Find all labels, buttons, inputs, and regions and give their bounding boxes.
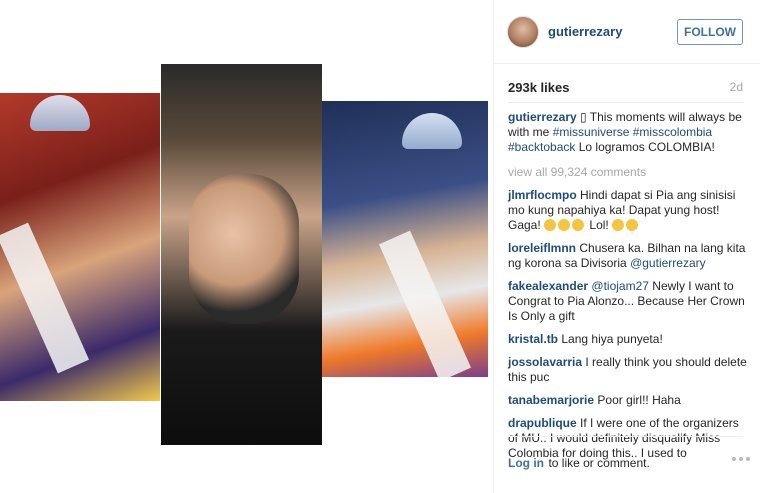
comment-username[interactable]: jlmrflocmpo xyxy=(508,188,577,202)
post-footer: Log in to like or comment. xyxy=(508,454,750,472)
divider xyxy=(508,436,743,437)
photo-right-waving-winner xyxy=(322,101,488,377)
crown-shape xyxy=(402,113,462,149)
hashtag-link[interactable]: #backtoback xyxy=(508,140,575,154)
comment-item: loreleiflmnn Chusera ka. Bilhan na lang … xyxy=(508,241,748,271)
mention-link[interactable]: @gutierrezary xyxy=(630,256,706,270)
comment-username[interactable]: tanabemarjorie xyxy=(508,393,594,407)
post-caption: gutierrezary ▯ This moments will always … xyxy=(508,110,748,155)
comment-item: kristal.tb Lang hiya punyeta! xyxy=(508,332,748,347)
laughing-emoji-icon xyxy=(572,219,585,231)
login-prompt-text: to like or comment. xyxy=(548,456,650,470)
comment-text: Poor girl!! Haha xyxy=(597,393,681,407)
follow-button[interactable]: FOLLOW xyxy=(677,19,743,45)
more-options-icon[interactable] xyxy=(732,457,750,461)
comment-username[interactable]: drapublique xyxy=(508,416,577,430)
login-link[interactable]: Log in xyxy=(508,456,544,470)
dot-icon xyxy=(739,457,743,461)
post-header: gutierrezary FOLLOW xyxy=(494,0,760,64)
laughing-emoji-icon xyxy=(544,219,557,231)
like-count[interactable]: 293k likes xyxy=(508,80,569,95)
post-stats: 293k likes 2d xyxy=(494,76,760,100)
comment-text-suffix: Lol! xyxy=(589,218,609,232)
sash-shape xyxy=(0,222,90,374)
hashtag-link[interactable]: #misscolombia xyxy=(633,125,712,139)
hashtag-link[interactable]: #missuniverse xyxy=(553,125,630,139)
crown-shape xyxy=(30,95,90,131)
mention-link[interactable]: @tiojam27 xyxy=(591,279,649,293)
comment-username[interactable]: fakealexander xyxy=(508,279,588,293)
hug-shape xyxy=(189,174,299,324)
comment-item: fakealexander @tiojam27 Newly I want to … xyxy=(508,279,748,324)
post-photo[interactable] xyxy=(0,0,493,493)
comment-item: tanabemarjorie Poor girl!! Haha xyxy=(508,393,748,408)
caption-username[interactable]: gutierrezary xyxy=(508,110,577,124)
divider xyxy=(508,102,743,103)
comment-text: Lang hiya punyeta! xyxy=(561,332,663,346)
comment-username[interactable]: kristal.tb xyxy=(508,332,558,346)
avatar[interactable] xyxy=(507,16,539,48)
view-all-comments-link[interactable]: view all 99,324 comments xyxy=(508,165,748,180)
comment-list: gutierrezary ▯ This moments will always … xyxy=(508,110,748,469)
laughing-emoji-icon xyxy=(612,219,625,231)
photo-center-hug xyxy=(161,64,322,445)
post-sidebar: gutierrezary FOLLOW 293k likes 2d gutier… xyxy=(493,0,760,493)
dot-icon xyxy=(732,457,736,461)
dot-icon xyxy=(746,457,750,461)
caption-text-tail: Lo logramos COLOMBIA! xyxy=(578,140,715,154)
post-username[interactable]: gutierrezary xyxy=(548,24,622,39)
comment-username[interactable]: loreleiflmnn xyxy=(508,241,576,255)
comment-username[interactable]: jossolavarria xyxy=(508,355,582,369)
comment-item: jossolavarria I really think you should … xyxy=(508,355,748,385)
laughing-emoji-icon xyxy=(626,219,639,231)
laughing-emoji-icon xyxy=(558,219,571,231)
post-age[interactable]: 2d xyxy=(730,80,743,94)
photo-left-crowned-winner xyxy=(0,93,160,401)
comment-item: jlmrflocmpo Hindi dapat si Pia ang sinis… xyxy=(508,188,748,233)
sash-shape xyxy=(378,230,472,377)
